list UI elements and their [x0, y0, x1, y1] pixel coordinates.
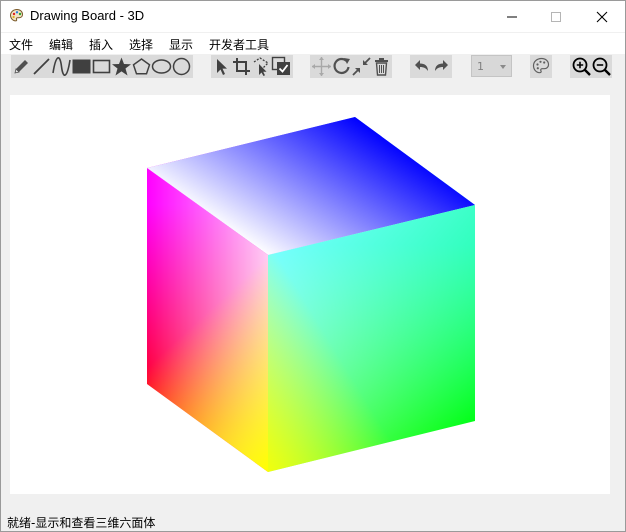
- select-arrow-icon: [217, 59, 227, 75]
- rectangle-tool-button[interactable]: [91, 56, 112, 77]
- circle-tool-button[interactable]: [171, 56, 192, 77]
- lasso-select-tool-button[interactable]: [251, 56, 272, 77]
- shrink-tool-button[interactable]: [351, 56, 372, 77]
- rotate-tool-button[interactable]: [331, 56, 352, 77]
- minimize-icon: [507, 16, 517, 18]
- rotate-icon: [333, 57, 350, 74]
- menu-select[interactable]: 选择: [129, 36, 153, 53]
- rectangle-icon: [92, 59, 111, 74]
- maximize-icon: [551, 12, 561, 22]
- menu-developer-tools[interactable]: 开发者工具: [209, 36, 269, 53]
- circle-icon: [172, 57, 191, 76]
- checkbox-icon: [271, 56, 290, 75]
- menu-view[interactable]: 显示: [169, 36, 193, 53]
- crop-icon: [233, 58, 250, 75]
- delete-tool-button[interactable]: [371, 56, 392, 77]
- redo-button[interactable]: [431, 56, 452, 77]
- title-bar[interactable]: Drawing Board - 3D: [1, 1, 625, 32]
- select-tool-button[interactable]: [211, 56, 232, 77]
- menu-edit[interactable]: 编辑: [49, 36, 73, 53]
- drawing-canvas[interactable]: [10, 95, 610, 494]
- move-tool-button[interactable]: [311, 56, 332, 77]
- shrink-icon: [352, 57, 371, 76]
- line-icon: [33, 58, 50, 75]
- filled-rectangle-icon: [72, 59, 91, 74]
- app-window: Drawing Board - 3D 文件 编辑 插入 选择 显示 开发者工具: [0, 0, 626, 532]
- star-tool-button[interactable]: [111, 56, 132, 77]
- status-text: 就绪-显示和查看三维六面体: [7, 516, 156, 530]
- multi-select-tool-button[interactable]: [271, 56, 292, 77]
- filled-rectangle-tool-button[interactable]: [71, 56, 92, 77]
- trash-icon: [375, 58, 388, 76]
- menu-insert[interactable]: 插入: [89, 36, 113, 53]
- line-width-select[interactable]: 1: [471, 55, 512, 77]
- zoom-in-button[interactable]: [571, 56, 592, 77]
- pentagon-tool-button[interactable]: [131, 56, 152, 77]
- zoom-out-icon: [592, 57, 611, 76]
- star-icon: [112, 57, 131, 76]
- line-tool-button[interactable]: [31, 56, 52, 77]
- palette-icon: [9, 8, 25, 24]
- chevron-down-icon: [500, 65, 506, 69]
- undo-button[interactable]: [411, 56, 432, 77]
- pencil-tool-button[interactable]: [11, 56, 32, 77]
- status-bar: 就绪-显示和查看三维六面体: [1, 510, 625, 531]
- ellipse-tool-button[interactable]: [151, 56, 172, 77]
- lasso-select-icon: [253, 57, 270, 76]
- minimize-button[interactable]: [489, 1, 535, 32]
- toolbar: 1: [1, 54, 625, 79]
- line-width-value: 1: [477, 60, 484, 73]
- pencil-icon: [14, 60, 28, 74]
- color-palette-button[interactable]: [531, 56, 552, 77]
- crop-tool-button[interactable]: [231, 56, 252, 77]
- redo-icon: [435, 60, 448, 71]
- curve-icon: [52, 57, 71, 76]
- rgb-cube[interactable]: [10, 95, 610, 494]
- close-button[interactable]: [579, 1, 625, 32]
- palette-icon: [532, 57, 550, 74]
- maximize-button[interactable]: [533, 1, 579, 32]
- menu-file[interactable]: 文件: [9, 36, 33, 53]
- menu-bar: 文件 编辑 插入 选择 显示 开发者工具: [1, 33, 625, 54]
- window-title: Drawing Board - 3D: [30, 8, 145, 23]
- close-icon: [596, 11, 608, 23]
- undo-icon: [415, 60, 428, 71]
- move-icon: [312, 57, 331, 76]
- curve-tool-button[interactable]: [51, 56, 72, 77]
- ellipse-icon: [151, 59, 172, 74]
- zoom-out-button[interactable]: [591, 56, 612, 77]
- zoom-in-icon: [572, 57, 591, 76]
- pentagon-icon: [132, 58, 151, 75]
